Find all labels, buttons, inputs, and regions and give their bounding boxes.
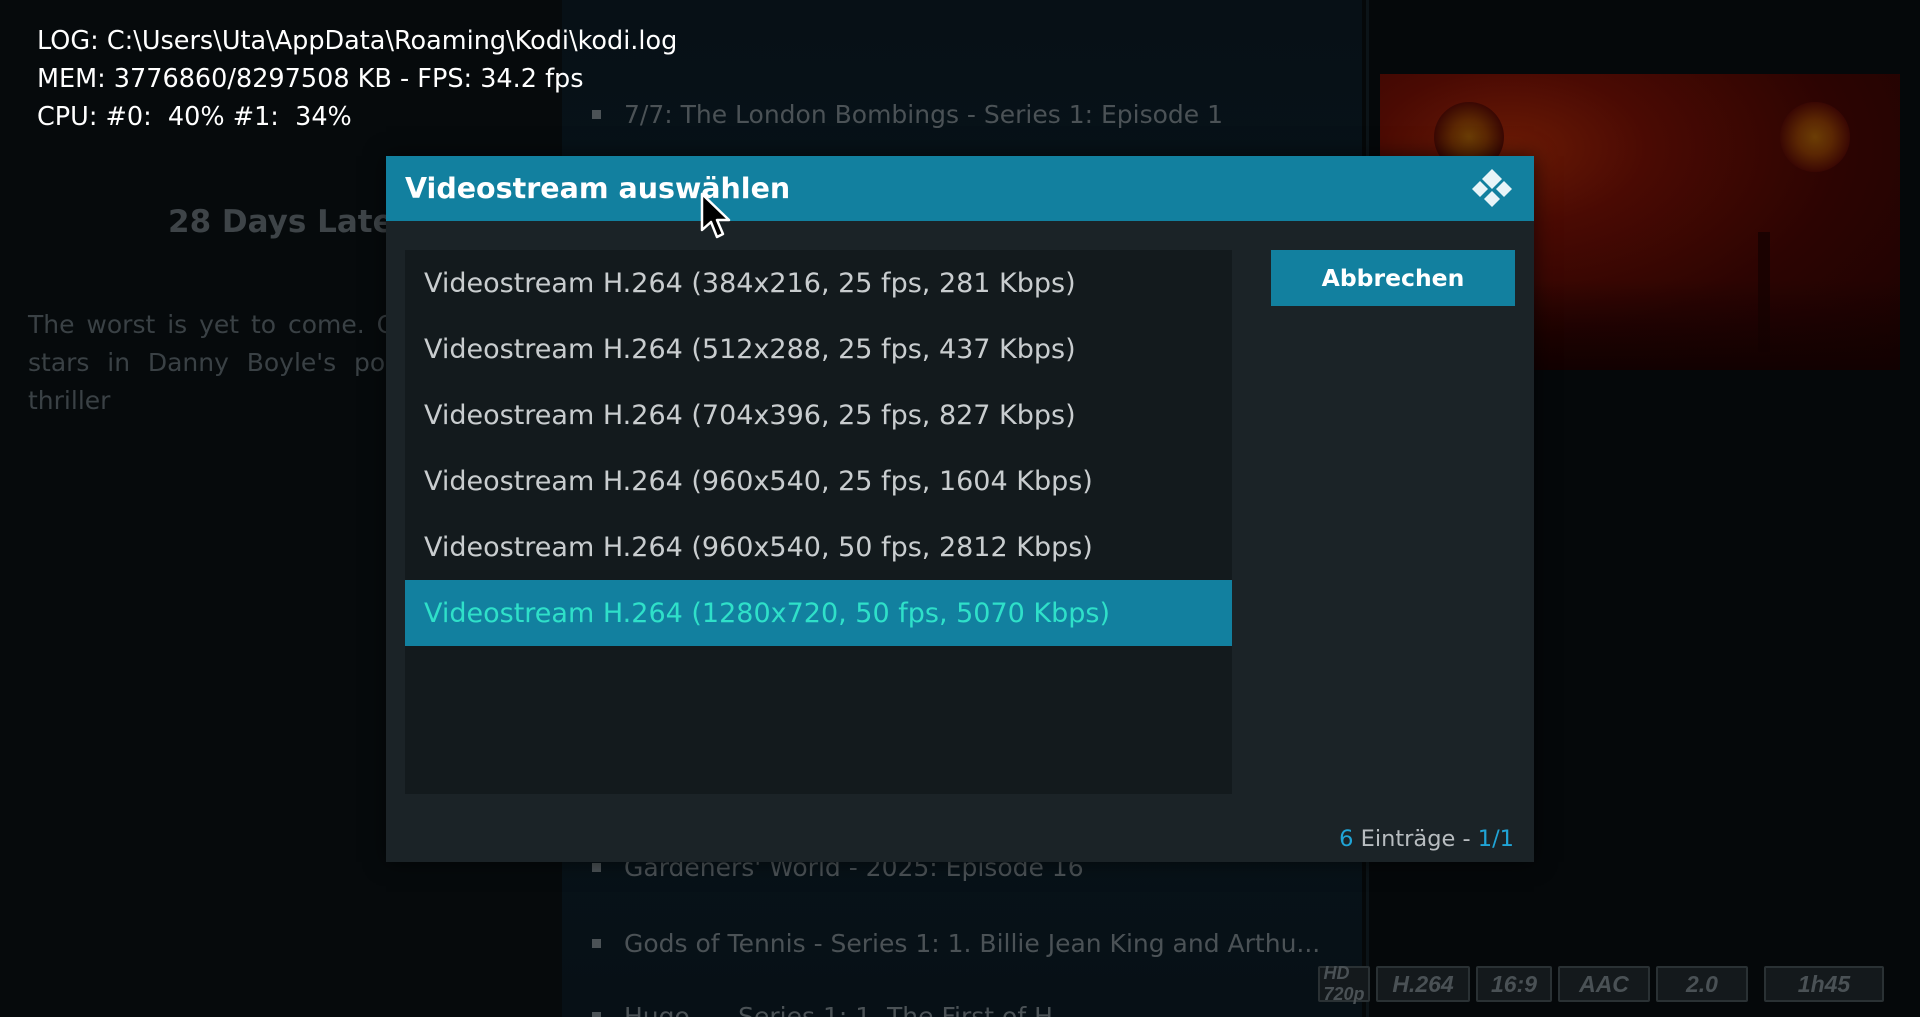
- debug-overlay: LOG: C:\Users\Uta\AppData\Roaming\Kodi\k…: [37, 22, 677, 136]
- bullet-icon: [592, 862, 601, 872]
- background-list-item[interactable]: Gods of Tennis - Series 1: 1. Billie Jea…: [592, 923, 1320, 963]
- dialog-header: Videostream auswählen: [386, 156, 1534, 221]
- kodi-screen: 28 Days Later The worst is yet to come. …: [0, 0, 1920, 1017]
- videostream-option[interactable]: Videostream H.264 (384x216, 25 fps, 281 …: [405, 250, 1232, 316]
- select-videostream-dialog: Videostream auswählen Videostream H.264 …: [386, 156, 1534, 862]
- cancel-button[interactable]: Abbrechen: [1271, 250, 1515, 306]
- background-movie-title: 28 Days Later: [168, 204, 409, 240]
- videostream-option-label: Videostream H.264 (704x396, 25 fps, 827 …: [424, 399, 1076, 431]
- item-count-label: Einträge -: [1353, 826, 1478, 852]
- kodi-logo-icon: [1472, 169, 1512, 207]
- bullet-icon: [592, 938, 601, 948]
- page-total: 1: [1499, 826, 1514, 852]
- page-current: 1: [1477, 826, 1493, 852]
- background-movie-plot: The worst is yet to come. Cil stars in D…: [28, 310, 408, 415]
- background-list-item[interactable]: 7/7: The London Bombings - Series 1: Epi…: [592, 94, 1223, 134]
- item-count: 6: [1339, 826, 1354, 852]
- debug-cpu: CPU: #0: 40% #1: 34%: [37, 102, 352, 132]
- videostream-option-label: Videostream H.264 (384x216, 25 fps, 281 …: [424, 267, 1076, 299]
- item-count-footer: 6 Einträge - 1/1: [1339, 826, 1514, 852]
- videostream-list[interactable]: Videostream H.264 (384x216, 25 fps, 281 …: [405, 250, 1232, 794]
- videostream-option-label: Videostream H.264 (960x540, 25 fps, 1604…: [424, 465, 1093, 497]
- debug-log-path: LOG: C:\Users\Uta\AppData\Roaming\Kodi\k…: [37, 26, 678, 56]
- hd-flag-icon: HD 720p: [1318, 963, 1370, 1004]
- audio-codec-flag-icon: AAC: [1558, 966, 1650, 1002]
- videostream-option-selected[interactable]: Videostream H.264 (1280x720, 50 fps, 507…: [405, 580, 1232, 646]
- audio-channels-flag-icon: 2.0: [1656, 966, 1748, 1002]
- debug-memory: MEM: 3776860/8297508 KB - FPS: 34.2 fps: [37, 64, 584, 94]
- videostream-option[interactable]: Videostream H.264 (960x540, 25 fps, 1604…: [405, 448, 1232, 514]
- aspect-flag-icon: 16:9: [1476, 966, 1552, 1002]
- videostream-option[interactable]: Videostream H.264 (704x396, 25 fps, 827 …: [405, 382, 1232, 448]
- videostream-option-label: Videostream H.264 (512x288, 25 fps, 437 …: [424, 333, 1076, 365]
- mouse-pointer-icon: [700, 192, 731, 239]
- videostream-option[interactable]: Videostream H.264 (960x540, 50 fps, 2812…: [405, 514, 1232, 580]
- media-flags: HD 720p H.264 16:9 AAC 2.0 1h45: [1318, 963, 1884, 1004]
- poster-eye-right: [1780, 102, 1850, 172]
- videostream-option[interactable]: Videostream H.264 (512x288, 25 fps, 437 …: [405, 316, 1232, 382]
- videostream-option-label: Videostream H.264 (960x540, 50 fps, 2812…: [424, 531, 1093, 563]
- background-list-item-label: Hugo... - Series 1: 1. The First of H...: [624, 1001, 1077, 1017]
- background-list-item-label: 7/7: The London Bombings - Series 1: Epi…: [624, 99, 1224, 129]
- page-separator: /: [1492, 826, 1500, 852]
- background-list-item[interactable]: Hugo... - Series 1: 1. The First of H...: [592, 996, 1076, 1017]
- background-list-item-label: Gods of Tennis - Series 1: 1. Billie Jea…: [624, 928, 1321, 958]
- duration-flag-icon: 1h45: [1764, 966, 1884, 1002]
- videostream-option-label: Videostream H.264 (1280x720, 50 fps, 507…: [424, 597, 1110, 629]
- codec-flag-icon: H.264: [1376, 966, 1470, 1002]
- bullet-icon: [592, 1011, 601, 1017]
